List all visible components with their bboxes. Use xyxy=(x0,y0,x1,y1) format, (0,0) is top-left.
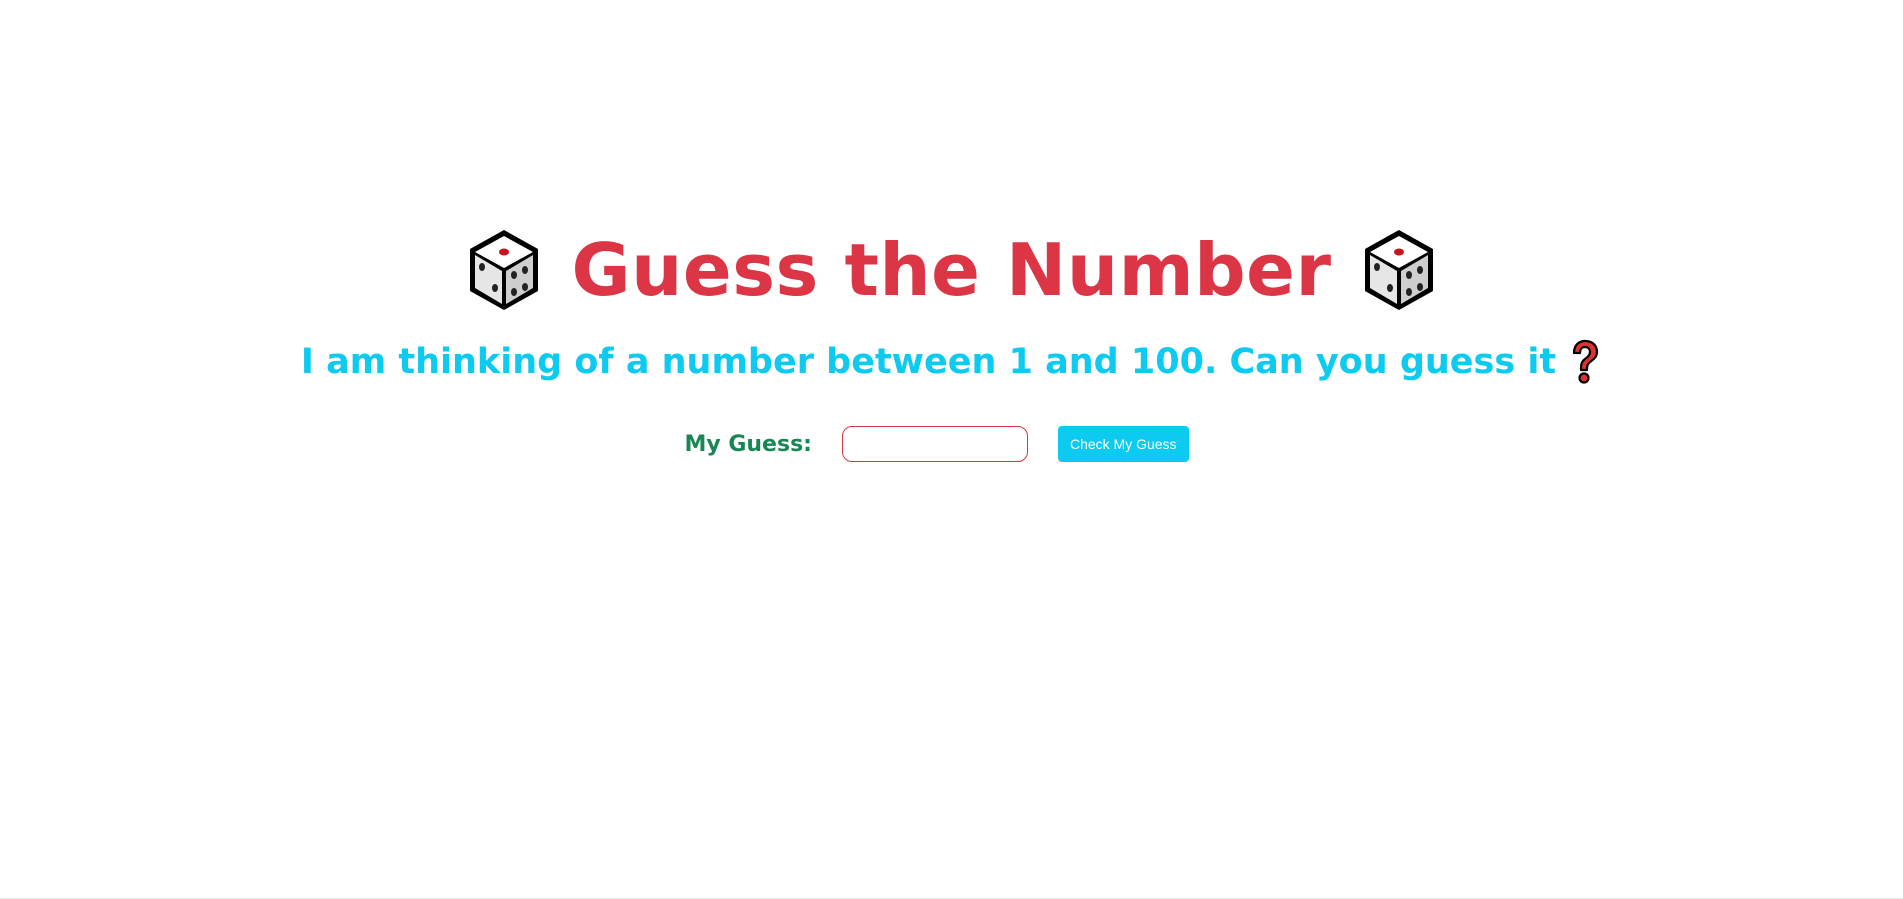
guess-form: My Guess: Check My Guess xyxy=(0,424,1903,464)
prompt-text: I am thinking of a number between 1 and … xyxy=(300,341,1557,382)
dice-icon xyxy=(469,230,538,310)
prompt-row: I am thinking of a number between 1 and … xyxy=(0,336,1903,388)
page-title: Guess the Number xyxy=(571,228,1332,312)
check-guess-button[interactable]: Check My Guess xyxy=(1057,426,1189,462)
my-guess-label: My Guess: xyxy=(684,431,812,457)
guess-the-number-page: Guess the Number I am thinking of a numb… xyxy=(0,0,1903,899)
question-mark-icon xyxy=(1573,339,1599,384)
title-row: Guess the Number xyxy=(0,220,1903,320)
guess-input[interactable] xyxy=(841,426,1028,462)
dice-icon xyxy=(1365,230,1434,310)
